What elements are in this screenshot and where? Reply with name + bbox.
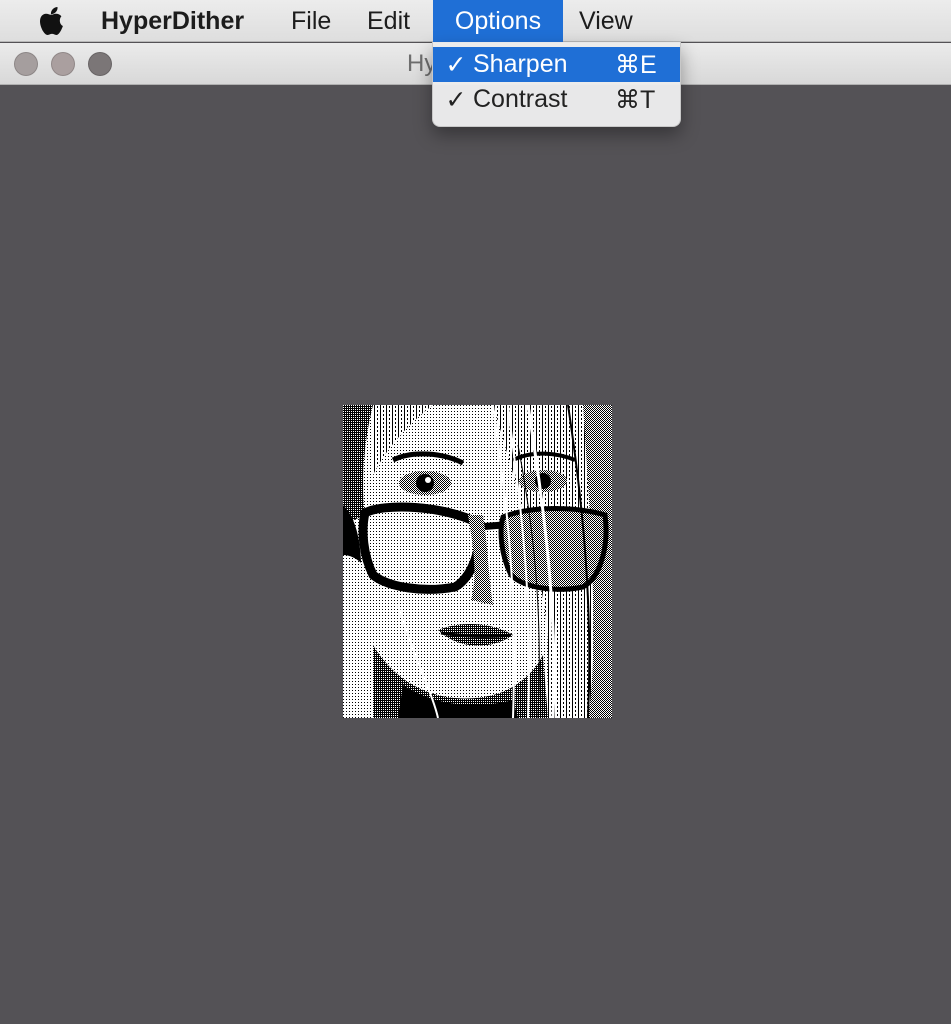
menu-item-shortcut: ⌘E — [615, 50, 657, 79]
dithered-portrait-svg — [343, 405, 612, 718]
menu-view[interactable]: View — [563, 0, 649, 42]
menu-edit[interactable]: Edit — [351, 0, 426, 42]
menu-item-label: Contrast — [473, 85, 568, 113]
options-dropdown-menu: ✓ Sharpen ⌘E ✓ Contrast ⌘T — [432, 42, 681, 127]
menu-item-label: Sharpen — [473, 50, 568, 78]
apple-logo-icon[interactable] — [38, 5, 66, 37]
menu-item-contrast[interactable]: ✓ Contrast ⌘T — [433, 82, 680, 117]
dithered-portrait-image — [343, 405, 612, 718]
menu-item-sharpen[interactable]: ✓ Sharpen ⌘E — [433, 47, 680, 82]
menu-bar: HyperDither File Edit Options View — [0, 0, 951, 42]
window-minimize-button[interactable] — [51, 52, 75, 76]
menu-file[interactable]: File — [275, 0, 347, 42]
menu-item-shortcut: ⌘T — [615, 85, 656, 114]
menu-options[interactable]: Options — [433, 0, 563, 42]
window-zoom-button[interactable] — [88, 52, 112, 76]
window-close-button[interactable] — [14, 52, 38, 76]
menu-app-name[interactable]: HyperDither — [85, 0, 260, 42]
checkmark-icon: ✓ — [445, 85, 467, 114]
checkmark-icon: ✓ — [445, 50, 467, 79]
